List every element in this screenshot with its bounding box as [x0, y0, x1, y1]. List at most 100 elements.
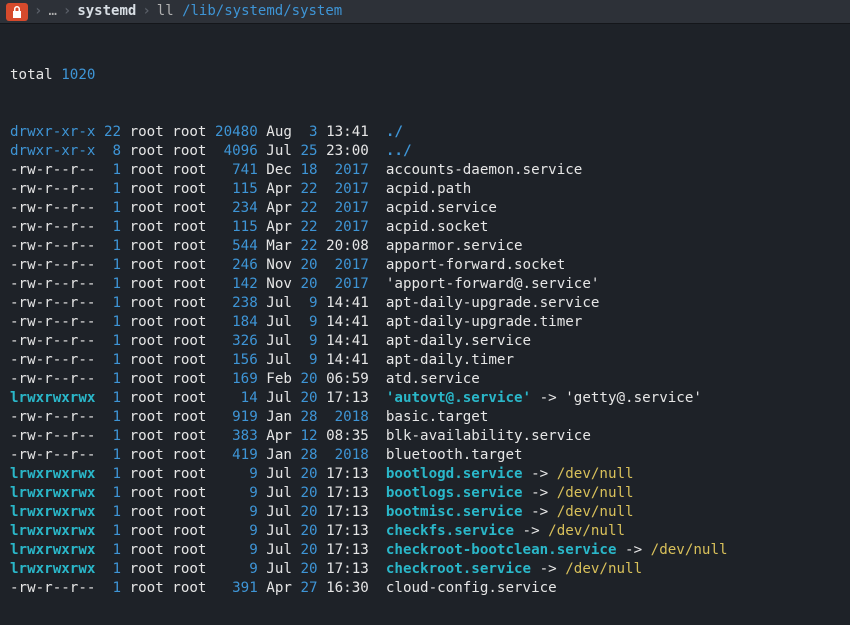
file-name-segment: -> — [523, 504, 557, 520]
link-count: 1 — [95, 162, 121, 178]
listing-row: -rw-r--r-- 1 root root 142 Nov 20 2017 '… — [10, 275, 840, 294]
file-name-segment: -> — [523, 485, 557, 501]
file-name-segment: checkroot-bootclean.service — [386, 542, 617, 558]
lock-icon — [6, 3, 28, 21]
listing-row: -rw-r--r-- 1 root root 246 Nov 20 2017 a… — [10, 256, 840, 275]
size: 326 — [206, 333, 257, 349]
day: 20 — [292, 276, 318, 292]
owner: root — [121, 276, 164, 292]
day: 20 — [292, 504, 318, 520]
size: 419 — [206, 447, 257, 463]
month: Jul — [258, 333, 292, 349]
file-name-segment: /dev/null — [557, 466, 634, 482]
perms: lrwxrwxrwx — [10, 561, 95, 577]
link-count: 1 — [95, 257, 121, 273]
owner: root — [121, 219, 164, 235]
month: Jul — [258, 561, 292, 577]
perms: -rw-r--r-- — [10, 238, 95, 254]
listing-row: lrwxrwxrwx 1 root root 9 Jul 20 17:13 ch… — [10, 522, 840, 541]
link-count: 1 — [95, 333, 121, 349]
file-name-segment: apt-daily-upgrade.timer — [386, 314, 582, 330]
size: 115 — [206, 219, 257, 235]
owner: root — [121, 314, 164, 330]
breadcrumb-ellipsis: … — [48, 2, 56, 21]
size: 391 — [206, 580, 257, 596]
link-count: 1 — [95, 219, 121, 235]
file-name-segment: acpid.socket — [386, 219, 489, 235]
perms: -rw-r--r-- — [10, 333, 95, 349]
command-line[interactable]: ll /lib/systemd/system — [157, 2, 342, 21]
group: root — [164, 143, 207, 159]
listing-row: -rw-r--r-- 1 root root 234 Apr 22 2017 a… — [10, 199, 840, 218]
file-name-segment: -> — [531, 561, 565, 577]
owner: root — [121, 447, 164, 463]
size: 20480 — [206, 124, 257, 140]
size: 544 — [206, 238, 257, 254]
title-bar: › … › systemd › ll /lib/systemd/system — [0, 0, 850, 24]
month: Feb — [258, 371, 292, 387]
time: 20:08 — [318, 238, 369, 254]
size: 9 — [206, 561, 257, 577]
day: 20 — [292, 371, 318, 387]
time: 08:35 — [318, 428, 369, 444]
time: 2018 — [318, 447, 369, 463]
owner: root — [121, 238, 164, 254]
owner: root — [121, 352, 164, 368]
file-name-segment: -> — [617, 542, 651, 558]
group: root — [164, 485, 207, 501]
day: 20 — [292, 466, 318, 482]
perms: lrwxrwxrwx — [10, 504, 95, 520]
listing-row: -rw-r--r-- 1 root root 419 Jan 28 2018 b… — [10, 446, 840, 465]
month: Jul — [258, 504, 292, 520]
group: root — [164, 542, 207, 558]
link-count: 1 — [95, 200, 121, 216]
perms: drwxr-xr-x — [10, 124, 95, 140]
month: Jul — [258, 466, 292, 482]
listing-row: lrwxrwxrwx 1 root root 9 Jul 20 17:13 ch… — [10, 541, 840, 560]
link-count: 1 — [95, 238, 121, 254]
time: 2017 — [318, 276, 369, 292]
size: 9 — [206, 466, 257, 482]
link-count: 1 — [95, 314, 121, 330]
file-name-segment: -> — [523, 466, 557, 482]
file-name-segment: -> — [514, 523, 548, 539]
link-count: 1 — [95, 390, 121, 406]
link-count: 1 — [95, 181, 121, 197]
day: 9 — [292, 295, 318, 311]
month: Nov — [258, 276, 292, 292]
owner: root — [121, 504, 164, 520]
file-name-segment: basic.target — [386, 409, 489, 425]
size: 9 — [206, 523, 257, 539]
perms: lrwxrwxrwx — [10, 466, 95, 482]
perms: lrwxrwxrwx — [10, 542, 95, 558]
owner: root — [121, 295, 164, 311]
file-name-segment: 'apport-forward@.service' — [386, 276, 600, 292]
month: Apr — [258, 181, 292, 197]
listing-row: lrwxrwxrwx 1 root root 14 Jul 20 17:13 '… — [10, 389, 840, 408]
perms: -rw-r--r-- — [10, 371, 95, 387]
day: 22 — [292, 181, 318, 197]
link-count: 1 — [95, 447, 121, 463]
file-name-segment: /dev/null — [557, 485, 634, 501]
day: 12 — [292, 428, 318, 444]
file-name-segment: accounts-daemon.service — [386, 162, 582, 178]
group: root — [164, 523, 207, 539]
file-name-segment: acpid.path — [386, 181, 471, 197]
listing-row: -rw-r--r-- 1 root root 391 Apr 27 16:30 … — [10, 579, 840, 598]
link-count: 1 — [95, 352, 121, 368]
listing-row: -rw-r--r-- 1 root root 169 Feb 20 06:59 … — [10, 370, 840, 389]
time: 17:13 — [318, 561, 369, 577]
size: 741 — [206, 162, 257, 178]
size: 142 — [206, 276, 257, 292]
size: 234 — [206, 200, 257, 216]
perms: -rw-r--r-- — [10, 352, 95, 368]
group: root — [164, 390, 207, 406]
link-count: 1 — [95, 371, 121, 387]
group: root — [164, 124, 207, 140]
file-name-segment: checkroot.service — [386, 561, 531, 577]
file-name-segment: bootlogs.service — [386, 485, 523, 501]
link-count: 1 — [95, 466, 121, 482]
terminal-output[interactable]: total 1020 drwxr-xr-x 22 root root 20480… — [0, 24, 850, 625]
day: 25 — [292, 143, 318, 159]
perms: lrwxrwxrwx — [10, 390, 95, 406]
